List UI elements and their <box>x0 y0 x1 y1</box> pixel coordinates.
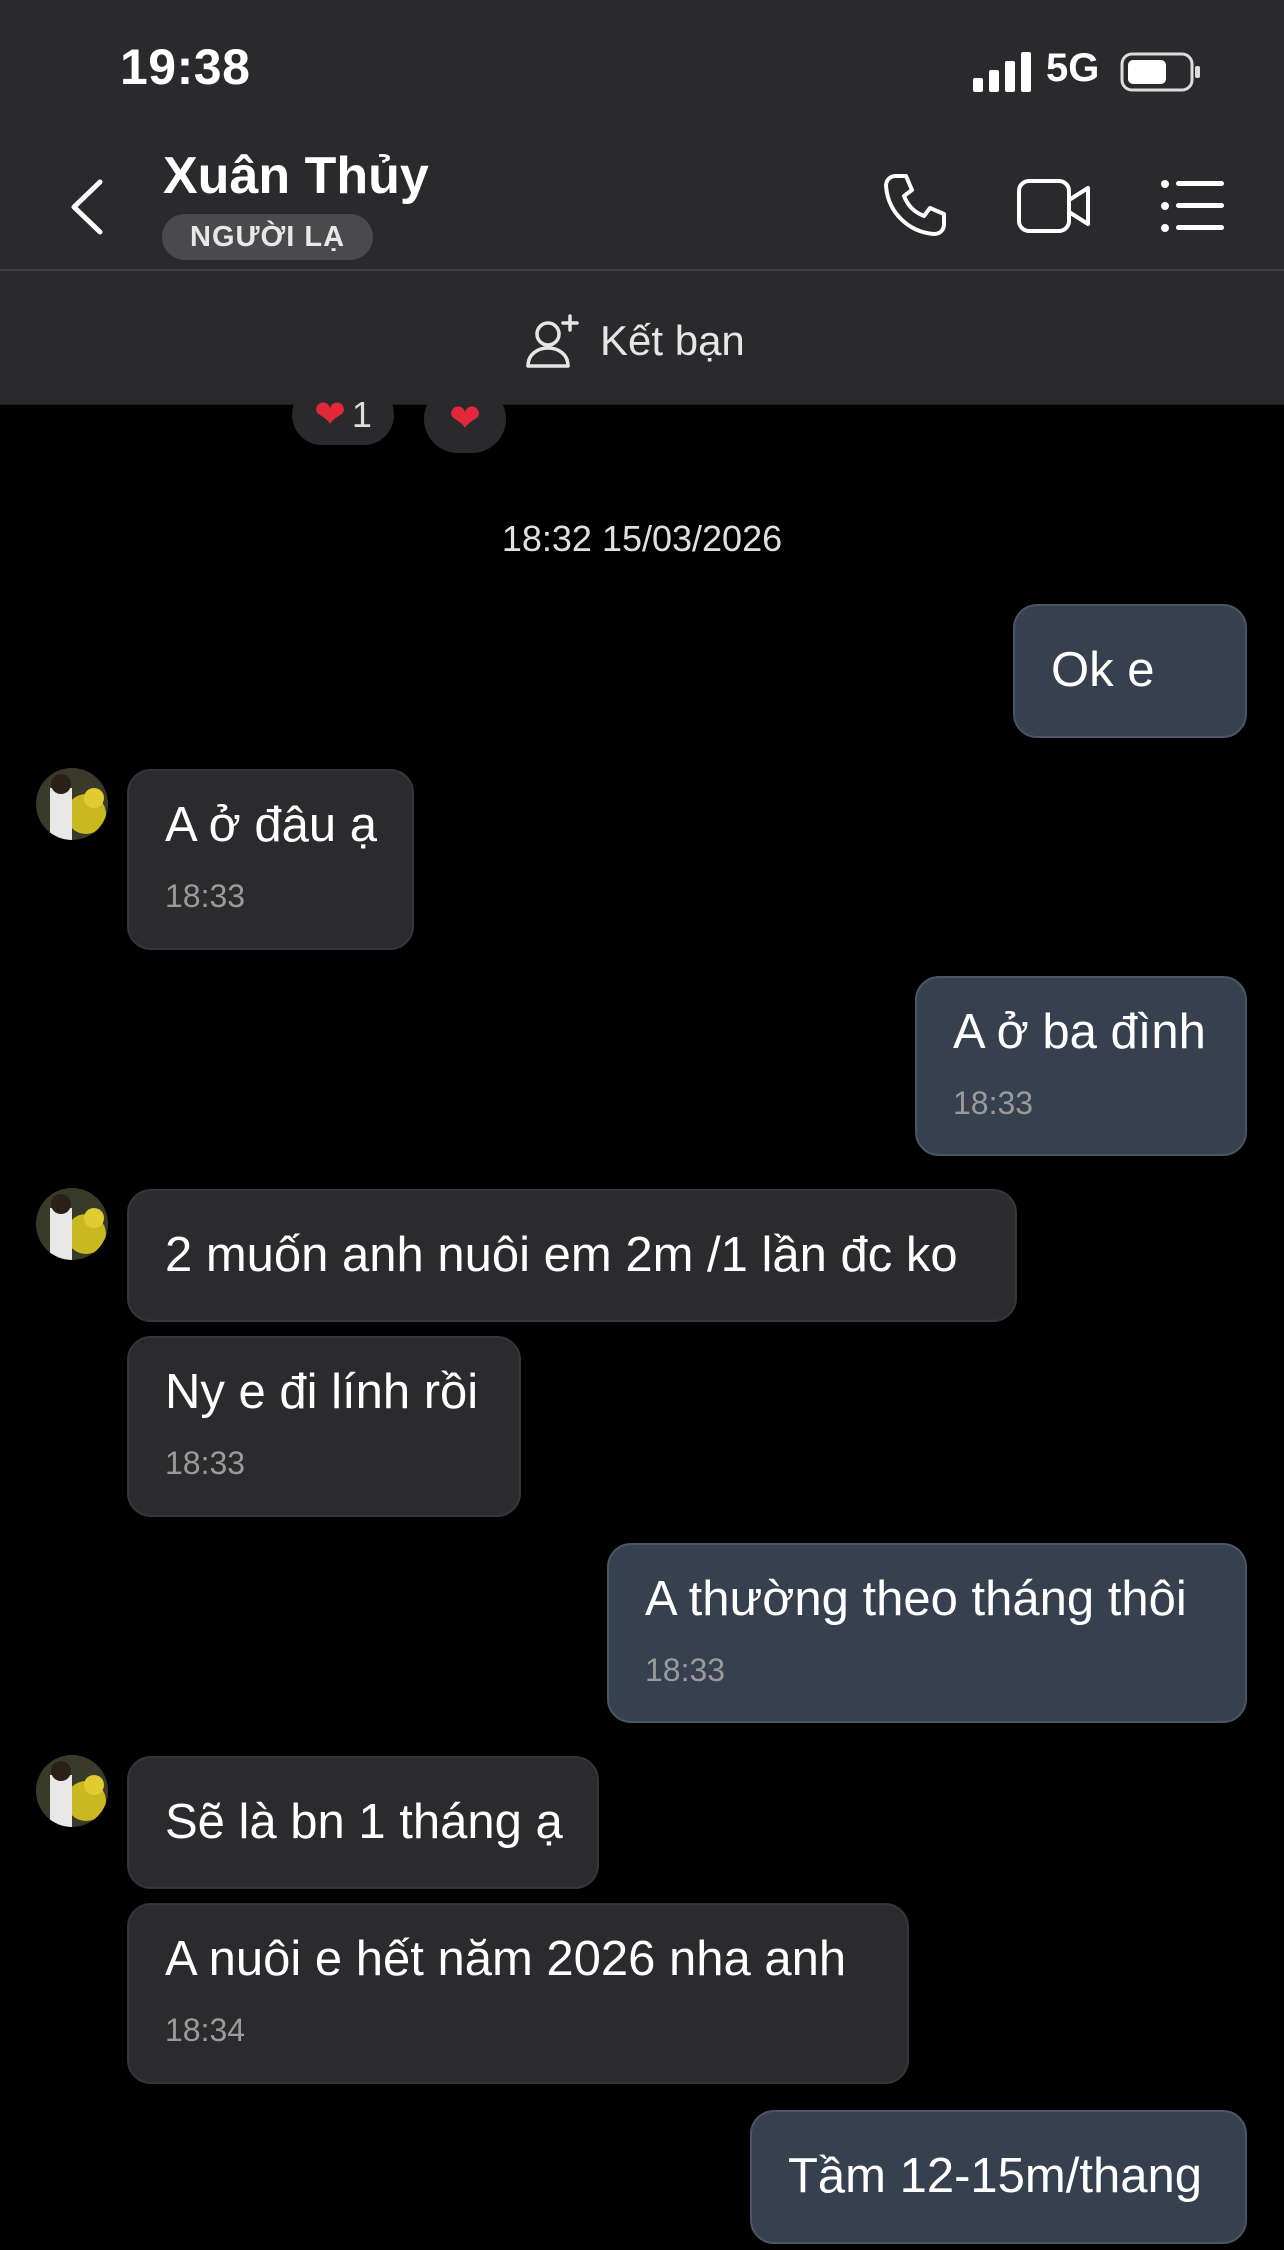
message-bubble-outgoing[interactable]: A thường theo tháng thôi 18:33 <box>607 1543 1247 1723</box>
status-time: 19:38 <box>120 39 251 95</box>
heart-icon: ❤ <box>314 394 346 436</box>
message-text: A thường theo tháng thôi <box>645 1572 1187 1626</box>
message-bubble-incoming[interactable]: A nuôi e hết năm 2026 nha anh 18:34 <box>127 1903 909 2084</box>
add-user-icon <box>526 314 579 368</box>
message-text: Tầm 12-15m/thang <box>788 2149 1202 2203</box>
phone-icon[interactable] <box>882 172 948 238</box>
message-time: 18:34 <box>165 2012 246 2048</box>
reaction-count-badge[interactable]: ❤ 1 <box>292 385 394 445</box>
avatar[interactable] <box>36 1755 108 1827</box>
message-bubble-incoming[interactable]: Sẽ là bn 1 tháng ạ <box>127 1756 599 1889</box>
signal-icon <box>973 52 1031 92</box>
message-time: 18:33 <box>645 1652 726 1688</box>
avatar[interactable] <box>36 1188 108 1260</box>
message-bubble-outgoing[interactable]: Tầm 12-15m/thang <box>750 2110 1247 2244</box>
message-time: 18:33 <box>165 878 246 914</box>
avatar-photo <box>36 1755 108 1827</box>
battery-icon <box>1120 52 1200 92</box>
add-friend-bar: Kết bạn <box>0 271 1284 405</box>
message-text: A ở ba đình <box>953 1005 1206 1059</box>
video-camera-icon[interactable] <box>1016 178 1092 234</box>
avatar-photo <box>36 1188 108 1260</box>
message-time: 18:33 <box>953 1085 1034 1121</box>
message-text: A ở đâu ạ <box>165 798 377 852</box>
message-bubble-incoming[interactable]: 2 muốn anh nuôi em 2m /1 lần đc ko <box>127 1189 1017 1322</box>
reaction-count: 1 <box>351 394 372 435</box>
top-bar: 19:38 5G Xuân Thủy NGƯỜI LẠ <box>0 0 1284 270</box>
message-text: Ok e <box>1051 643 1155 697</box>
network-type: 5G <box>1046 46 1100 90</box>
date-divider: 18:32 15/03/2026 <box>501 518 783 559</box>
add-friend-label: Kết bạn <box>600 317 745 364</box>
message-time: 18:33 <box>165 1445 246 1481</box>
avatar[interactable] <box>36 768 108 840</box>
heart-icon: ❤ <box>449 398 481 440</box>
avatar-photo <box>36 768 108 840</box>
message-text: Ny e đi lính rồi <box>165 1365 479 1419</box>
message-text: Sẽ là bn 1 tháng ạ <box>165 1795 563 1849</box>
message-bubble-incoming[interactable]: Ny e đi lính rồi 18:33 <box>127 1336 521 1517</box>
add-friend-button[interactable]: Kết bạn <box>524 311 745 371</box>
back-icon[interactable] <box>60 172 116 242</box>
message-text: 2 muốn anh nuôi em 2m /1 lần đc ko <box>165 1228 958 1282</box>
contact-name[interactable]: Xuân Thủy <box>163 146 429 206</box>
reaction-heart-button[interactable]: ❤ <box>424 385 506 453</box>
stranger-badge: NGƯỜI LẠ <box>162 214 374 260</box>
message-bubble-outgoing[interactable]: A ở ba đình 18:33 <box>915 976 1247 1156</box>
message-bubble-incoming[interactable]: A ở đâu ạ 18:33 <box>127 769 414 950</box>
message-text: A nuôi e hết năm 2026 nha anh <box>165 1932 847 1986</box>
list-menu-icon[interactable] <box>1160 178 1226 234</box>
message-bubble-outgoing[interactable]: Ok e <box>1013 604 1247 738</box>
